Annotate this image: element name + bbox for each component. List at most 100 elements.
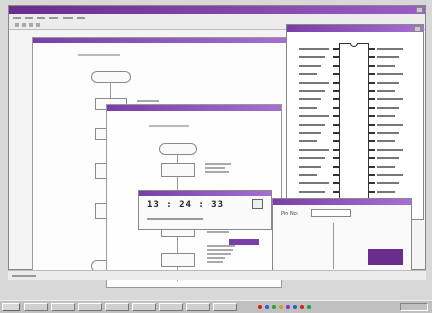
flowchart-window-front-titlebar[interactable] [107, 105, 281, 111]
chip-pin-label [299, 90, 325, 92]
chip-pin-label [377, 115, 395, 118]
pin-number-input[interactable] [311, 209, 351, 217]
chip-pin [369, 157, 375, 160]
menu-view[interactable] [37, 17, 45, 19]
chip-pin-label [299, 64, 321, 67]
chip-pin-label [299, 190, 325, 193]
dialog-highlight [368, 249, 403, 265]
chip-pin [333, 115, 339, 118]
pin-number-label: Pin No: [281, 211, 299, 217]
clock-window: 13 : 24 : 33 [138, 190, 272, 230]
main-titlebar[interactable] [9, 6, 425, 14]
flowchart-front-heading [149, 125, 189, 127]
chip-pin [369, 56, 375, 59]
flowchart-window-back-titlebar[interactable] [33, 38, 291, 43]
taskbar-button[interactable] [159, 303, 183, 311]
flowchart-front-annotation [207, 231, 229, 233]
chip-pin [333, 64, 339, 67]
chip-pin [369, 190, 375, 193]
flowchart-back-annotation [137, 100, 159, 102]
chip-pin-label [377, 64, 395, 67]
chip-pin [333, 56, 339, 59]
toolbar-button[interactable] [22, 23, 26, 27]
taskbar-button[interactable] [24, 303, 48, 311]
close-icon[interactable] [416, 7, 423, 13]
tray-icon[interactable] [286, 305, 290, 309]
chip-pin-label [377, 140, 395, 143]
chip-pin-label [377, 148, 403, 151]
chip-pin [333, 182, 339, 185]
chip-pin-label [299, 165, 321, 168]
chip-pin-label [299, 157, 325, 160]
close-icon[interactable] [414, 26, 421, 32]
chip-pin [369, 148, 375, 151]
clock-subtitle [147, 218, 203, 220]
taskbar-button[interactable] [51, 303, 75, 311]
toolbar-button[interactable] [36, 23, 40, 27]
pin-details-dialog: Pin No: [272, 198, 412, 274]
toolbar-button[interactable] [29, 23, 33, 27]
taskbar-button[interactable] [186, 303, 210, 311]
chip-pin [369, 64, 375, 67]
tray-icon[interactable] [279, 305, 283, 309]
chip-pin [369, 90, 375, 92]
clock-titlebar[interactable] [139, 191, 271, 196]
chip-pin-label [299, 73, 317, 76]
tray-clock[interactable] [400, 303, 428, 311]
chip-pin [369, 132, 375, 134]
chip-pin [369, 115, 375, 118]
flowchart-front-step-4 [161, 253, 195, 267]
flowchart-front-annotation [207, 253, 231, 255]
chip-pin [333, 48, 339, 50]
chip-pin-label [377, 132, 399, 134]
chip-pin-label [377, 174, 403, 176]
menu-tools[interactable] [49, 17, 58, 19]
tray-icon[interactable] [258, 305, 262, 309]
chip-pin-label [299, 98, 321, 101]
taskbar [0, 300, 432, 313]
chip-pin-label [299, 56, 325, 59]
chip-pin-label [299, 123, 325, 126]
taskbar-button[interactable] [78, 303, 102, 311]
chip-pin-label [299, 106, 317, 109]
chip-pin [333, 132, 339, 134]
chip-pin [369, 182, 375, 185]
tray-icon[interactable] [265, 305, 269, 309]
tray-icon[interactable] [307, 305, 311, 309]
dialog-divider [333, 223, 334, 269]
menu-file[interactable] [13, 17, 21, 19]
menu-edit[interactable] [25, 17, 33, 19]
pin-details-titlebar[interactable] [273, 199, 411, 205]
chip-pin [333, 81, 339, 84]
menu-window[interactable] [63, 17, 73, 19]
tray-icon[interactable] [293, 305, 297, 309]
chip-pin-label [377, 98, 403, 101]
chip-pin-label [377, 56, 399, 59]
chip-pin-label [377, 90, 395, 92]
chip-pin [333, 190, 339, 193]
chip-pin [333, 90, 339, 92]
chip-pin-label [377, 165, 395, 168]
taskbar-button[interactable] [132, 303, 156, 311]
flowchart-front-highlight [229, 239, 259, 245]
flowchart-back-start-terminal [91, 71, 131, 83]
taskbar-button[interactable] [105, 303, 129, 311]
chip-pin-label [299, 115, 329, 118]
tray-icon[interactable] [300, 305, 304, 309]
clock-button[interactable] [252, 199, 263, 209]
chip-pin-label [299, 148, 329, 151]
toolbar-button[interactable] [15, 23, 19, 27]
menu-help[interactable] [77, 17, 85, 19]
chip-pin [333, 174, 339, 176]
flowchart-front-annotation [205, 163, 231, 165]
chip-pinout-titlebar[interactable] [287, 25, 423, 32]
start-button[interactable] [2, 303, 20, 311]
taskbar-button[interactable] [213, 303, 237, 311]
chip-pin-label [377, 81, 399, 84]
chip-pin [369, 48, 375, 50]
tray-icon[interactable] [272, 305, 276, 309]
chip-pin-label [299, 140, 317, 143]
chip-notch [350, 43, 358, 47]
chip-pin [333, 157, 339, 160]
flowchart-front-annotation [207, 257, 225, 259]
